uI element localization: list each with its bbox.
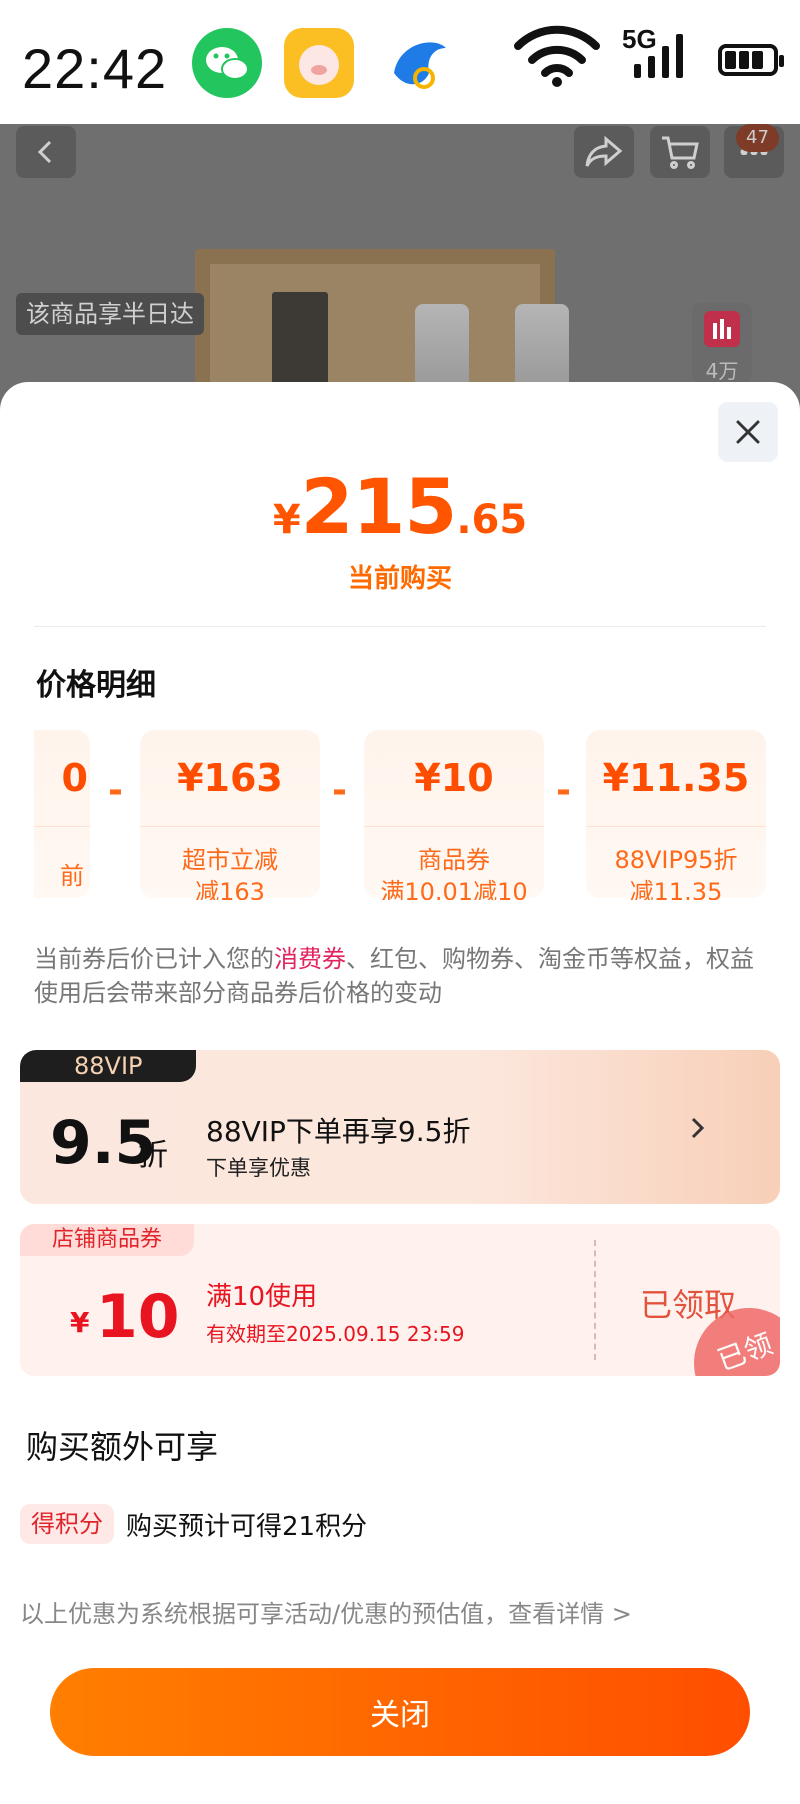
vip-discount-unit: 折 [138,1138,168,1173]
price-card: ¥10 商品券 满10.01减10 [364,730,544,900]
close-icon-button[interactable] [718,402,778,462]
share-button[interactable] [574,126,634,178]
sales-count: 4万 [705,359,739,383]
price-integer: 215 [300,462,458,551]
price-note: 当前券后价已计入您的消费券、红包、购物券、淘金币等权益，权益使用后会带来部分商品… [34,942,766,1010]
minus-sign: - [108,770,123,811]
price-card-label: 商品券 [418,846,490,874]
price-card-label: 超市立减 [182,846,278,874]
back-button[interactable] [16,126,76,178]
divider [34,626,766,627]
price-card: 0 前 [34,730,90,898]
points-text: 购买预计可得21积分 [126,1512,368,1542]
svg-text:5G: 5G [622,24,657,54]
bar-chart-icon [704,311,740,347]
half-day-delivery-badge: 该商品享半日达 [16,293,204,335]
price-card-value: ¥11.35 [602,756,750,800]
sales-chart-button[interactable]: 4万 [692,303,752,383]
vip-title: 88VIP下单再享9.5折 [206,1115,471,1148]
price-card: ¥11.35 88VIP95折 减11.35 [586,730,766,900]
coupon-expiry: 有效期至2025.09.15 23:59 [206,1322,465,1346]
wifi-icon [512,24,602,92]
vip-discount-card[interactable]: 88VIP 9.5 折 88VIP下单再享9.5折 下单享优惠 [20,1050,780,1204]
chevron-right-icon[interactable] [678,1108,718,1148]
extra-benefits-title: 购买额外可享 [26,1428,219,1466]
status-bar: 22:42 5G [0,0,800,124]
price-card-separator [34,826,90,827]
price-card-separator [586,826,766,827]
vip-subtitle: 下单享优惠 [206,1156,311,1180]
cart-count-badge: 47 [736,124,779,152]
price-card-label: 88VIP95折 [614,846,738,874]
price-card-label: 前 [60,862,84,890]
points-tag: 得积分 [20,1504,114,1544]
price-card-separator [140,826,320,827]
price-card-separator [364,826,544,827]
price-card-detail: 满10.01减10 [380,878,528,900]
coupon-tag: 店铺商品券 [20,1224,194,1256]
coupon-divider [594,1240,596,1360]
clock: 22:42 [22,37,168,100]
price-decimal: .65 [456,497,528,543]
coupon-currency: ¥ [70,1306,90,1339]
vip-tag: 88VIP [20,1050,196,1082]
pig-icon [284,28,354,98]
price-card: ¥163 超市立减 减163 [140,730,320,900]
price-card-value: 0 [61,756,88,800]
coupon-value: 10 [96,1282,180,1352]
cart-button[interactable] [650,126,710,178]
price-breakdown-list[interactable]: 0 前 - ¥163 超市立减 减163 - ¥10 商品券 满10.01减10… [34,730,766,900]
minus-sign: - [332,770,347,811]
coupon-condition: 满10使用 [206,1282,318,1312]
price-detail-sheet: ¥215.65 当前购买 价格明细 0 前 - ¥163 超市立减 减163 -… [0,382,800,1804]
wechat-icon [192,28,262,98]
minus-sign: - [556,770,571,811]
note-text: 当前券后价已计入您的 [34,945,274,973]
price-card-value: ¥163 [177,756,283,800]
view-details-link[interactable]: 以上优惠为系统根据可享活动/优惠的预估值，查看详情 > [20,1594,632,1629]
current-price: ¥215.65 [0,462,800,551]
store-coupon-card: 店铺商品券 ¥ 10 满10使用 有效期至2025.09.15 23:59 已领… [20,1224,780,1376]
close-icon [736,420,760,444]
price-card-detail: 减163 [195,878,265,900]
consumption-coupon-link[interactable]: 消费券 [274,945,346,973]
battery-icon [718,44,784,76]
price-currency: ¥ [272,497,301,543]
close-button[interactable]: 关闭 [50,1668,750,1756]
price-card-value: ¥10 [414,756,494,800]
signal-icon: 5G [620,22,700,96]
price-caption: 当前购买 [347,564,452,594]
section-title: 价格明细 [36,668,156,703]
price-card-detail: 减11.35 [629,878,723,900]
dolphin-icon [384,28,454,98]
